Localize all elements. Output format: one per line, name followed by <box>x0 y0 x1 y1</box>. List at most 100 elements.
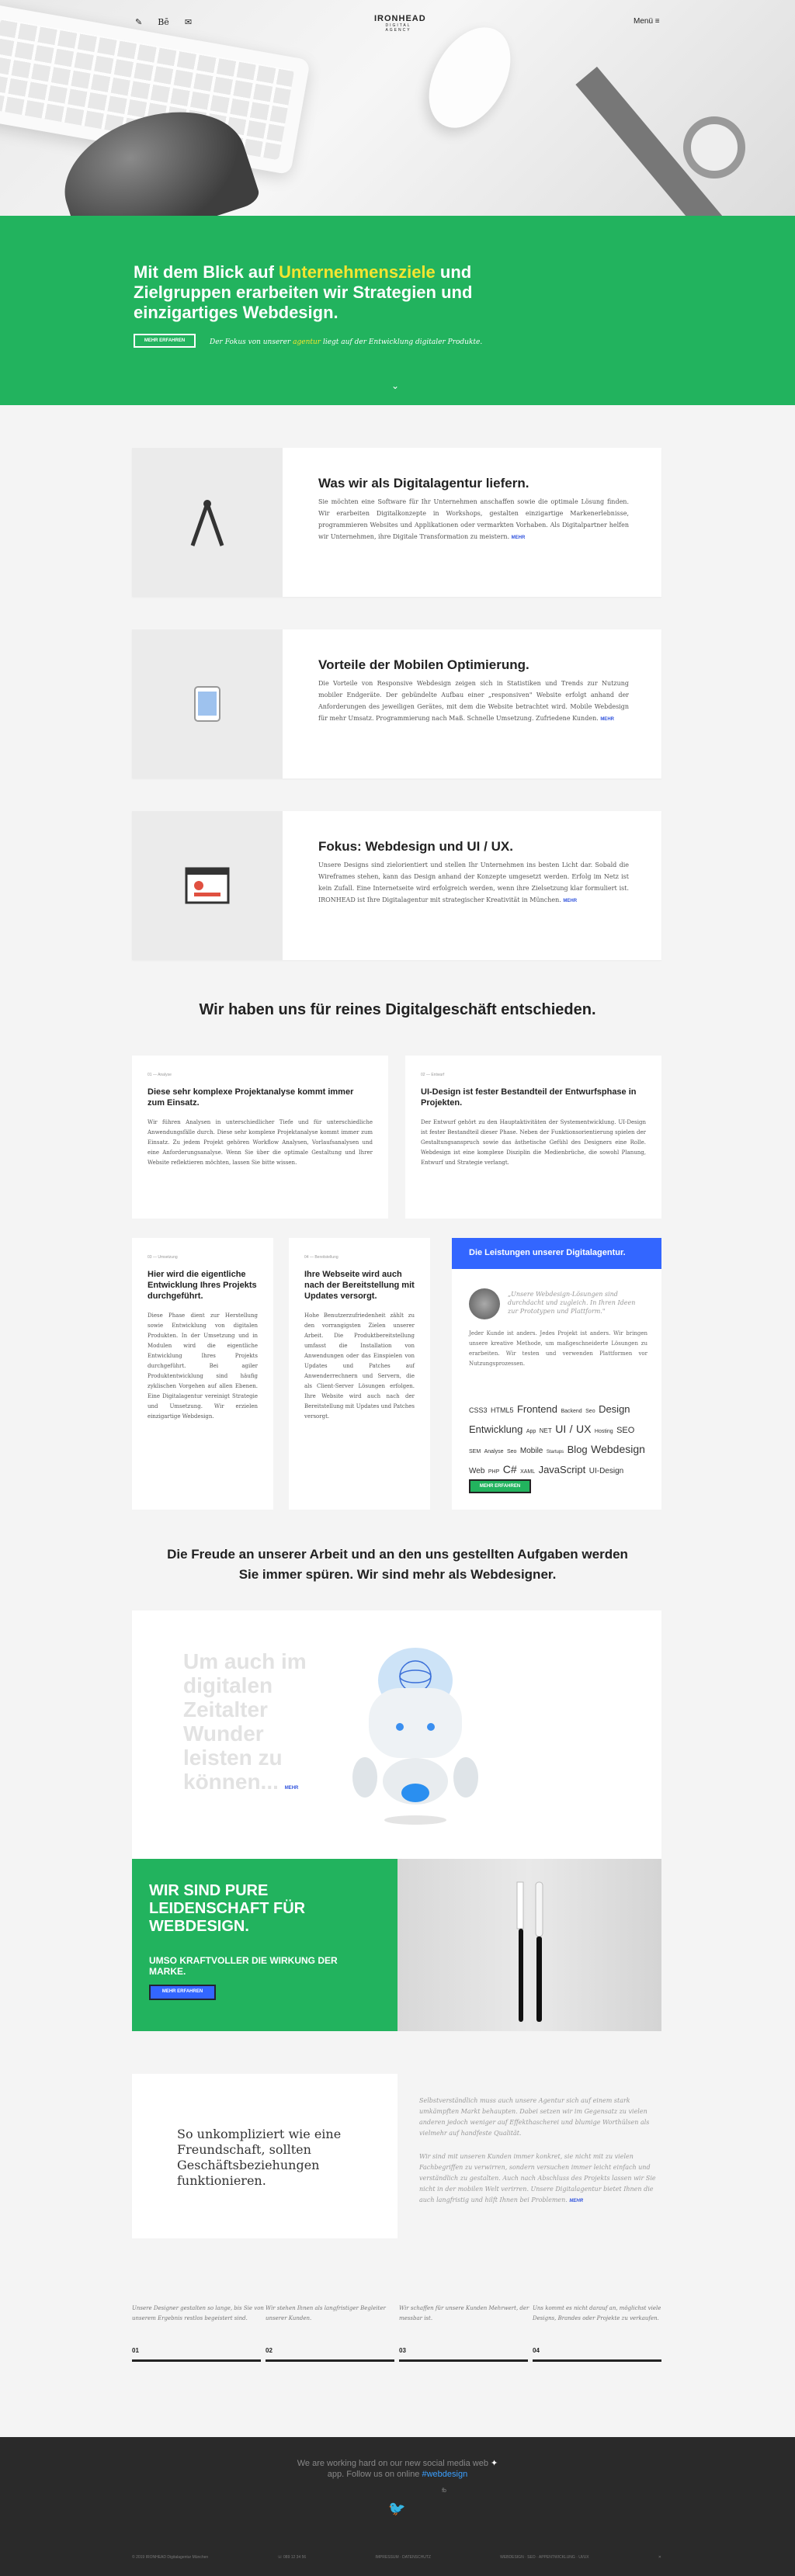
benefit-column: Wir stehen Ihnen als langfristiger Begle… <box>266 2304 399 2362</box>
column-number: 03 <box>399 2347 406 2354</box>
passion-title: WIR SIND PURE LEIDENSCHAFT FÜR WEBDESIGN… <box>149 1882 306 1935</box>
more-link[interactable]: MEHR <box>563 899 577 903</box>
more-link[interactable]: MEHR <box>512 536 526 540</box>
feature-card: Vorteile der Mobilen Optimierung. Die Vo… <box>132 629 661 778</box>
hashtag-link[interactable]: #webdesign <box>422 2470 467 2479</box>
card-tag: 01 — Analyse <box>148 1073 172 1077</box>
twitter-icon[interactable]: ✦ <box>491 2459 498 2468</box>
friendship-title: So unkompliziert wie eine Freundschaft, … <box>177 2127 342 2188</box>
robot-illustration <box>352 1648 478 1825</box>
card-title: UI-Design ist fester Bestandteil der Ent… <box>421 1087 637 1108</box>
card-text: Diese Phase dient zur Herstellung sowie … <box>148 1312 258 1420</box>
intro-headline: Mit dem Blick auf Unternehmensziele und … <box>134 262 473 322</box>
tag: Startups <box>546 1450 564 1454</box>
tag: Backend <box>561 1409 582 1414</box>
intro-note: Der Fokus von unserer agentur liegt auf … <box>210 338 483 346</box>
footer-links: © 2019 IRONHEAD Digitalagentur München ☏… <box>132 2555 661 2560</box>
tag: UI-Design <box>588 1467 624 1475</box>
tag: Blog <box>567 1444 588 1455</box>
feature-image <box>132 448 283 597</box>
mail-icon[interactable]: ✉ <box>185 17 192 27</box>
card-text: Hohe Benutzerzufriedenheit zählt zu den … <box>304 1312 415 1420</box>
more-button[interactable]: MEHR ERFAHREN <box>134 334 196 348</box>
tag: UX <box>576 1423 592 1435</box>
tag: Seo <box>506 1449 517 1454</box>
process-card: 04 — Bereitstellung Ihre Webseite wird a… <box>289 1238 430 1510</box>
intro-banner: Mit dem Blick auf Unternehmensziele und … <box>0 216 795 405</box>
feature-title: Vorteile der Mobilen Optimierung. <box>318 657 529 672</box>
card-tag: 03 — Umsetzung <box>148 1255 178 1260</box>
column-number: 02 <box>266 2347 273 2354</box>
feature-text: Unsere Designs sind zielorientiert und s… <box>318 862 629 903</box>
process-card: 02 — Entwurf UI-Design ist fester Bestan… <box>405 1056 661 1219</box>
feature-card: Fokus: Webdesign und UI / UX. Unsere Des… <box>132 811 661 960</box>
services-more-button[interactable]: MEHR ERFAHREN <box>469 1479 531 1493</box>
friendship-text: Selbstverständlich muss auch unsere Agen… <box>419 2097 650 2137</box>
brand-icon: ✕ <box>658 2555 661 2560</box>
tag: HTML5 <box>490 1406 514 1414</box>
tools-icon[interactable]: ✎ <box>135 17 142 27</box>
feature-image <box>132 811 283 960</box>
card-tag: 04 — Bereitstellung <box>304 1255 338 1260</box>
service-links[interactable]: WEBDESIGN · SEO · APPENTWICKLUNG · UI/UX <box>500 2555 588 2560</box>
more-link[interactable]: MEHR <box>569 2199 583 2203</box>
logo[interactable]: IRONHEAD DIGITAL AGENCY <box>374 14 425 33</box>
card-title: Diese sehr komplexe Projektanalyse kommt… <box>148 1087 354 1108</box>
column-number: 01 <box>132 2347 139 2354</box>
phone-link[interactable]: ☏ 089 12 34 56 <box>277 2555 306 2560</box>
column-number: 04 <box>533 2347 540 2354</box>
benefit-column: Wir schaffen für unsere Kunden Mehrwert,… <box>399 2304 533 2362</box>
tag: UI <box>555 1423 567 1435</box>
chevron-down-icon[interactable]: ⌄ <box>391 380 399 391</box>
twitter-bird-icon[interactable]: 🐦 <box>388 2501 405 2517</box>
card-text: Wir führen Analysen in unterschiedlicher… <box>148 1119 373 1166</box>
tag: Webdesign <box>591 1443 645 1455</box>
passion-block: WIR SIND PURE LEIDENSCHAFT FÜR WEBDESIGN… <box>132 1859 398 2031</box>
card-title: Ihre Webseite wird auch nach der Bereits… <box>304 1270 415 1301</box>
tag: Analyse <box>484 1449 504 1454</box>
tag: PHP <box>488 1469 500 1475</box>
menu-button[interactable]: Menü ≡ <box>634 17 660 26</box>
card-text: Der Entwurf gehört zu den Hauptaktivität… <box>421 1119 646 1166</box>
footer: We are working hard on our new social me… <box>0 2437 795 2576</box>
copyright: © 2019 IRONHEAD Digitalagentur München <box>132 2555 209 2560</box>
feature-title: Was wir als Digitalagentur liefern. <box>318 476 529 491</box>
robot-panel: Um auch im digitalen Zeitalter Wunder le… <box>132 1610 661 1859</box>
tag: Hosting <box>594 1429 613 1434</box>
legal-links[interactable]: IMPRESSUM · DATENSCHUTZ <box>375 2555 431 2560</box>
process-card: 03 — Umsetzung Hier wird die eigentliche… <box>132 1238 273 1510</box>
card-title: Hier wird die eigentliche Entwicklung Ih… <box>148 1270 257 1301</box>
tag-cloud: CSS3 HTML5 Frontend Backend Seo Design E… <box>469 1401 647 1481</box>
card-tag: 02 — Entwurf <box>421 1073 445 1077</box>
twitter-feed: We are working hard on our new social me… <box>0 2458 795 2497</box>
more-link[interactable]: MEHR <box>600 717 614 722</box>
feature-title: Fokus: Webdesign und UI / UX. <box>318 839 513 854</box>
feature-image <box>132 629 283 778</box>
tag: CSS3 <box>469 1406 488 1414</box>
passion-subtitle: UMSO KRAFTVOLLER DIE WIRKUNG DER MARKE. <box>149 1955 338 1977</box>
more-link[interactable]: MEHR <box>285 1786 299 1791</box>
avatar <box>469 1288 500 1319</box>
watch-image <box>683 116 745 179</box>
benefit-column: Unsere Designer gestalten so lange, bis … <box>132 2304 266 2362</box>
passion-more-button[interactable]: MEHR ERFAHREN <box>149 1985 216 2000</box>
services-quote: „Unsere Webdesign-Lösungen sind durchdac… <box>508 1291 636 1315</box>
process-card: 01 — Analyse Diese sehr komplexe Projekt… <box>132 1056 388 1219</box>
friendship-card: So unkompliziert wie eine Freundschaft, … <box>132 2074 398 2238</box>
tag: Frontend <box>516 1403 557 1415</box>
tag: SEM <box>469 1449 481 1454</box>
tag: SEO <box>616 1426 635 1435</box>
top-bar: ✎ Bē ✉ IRONHEAD DIGITAL AGENCY Menü ≡ <box>0 0 795 43</box>
tag: Mobile <box>519 1447 543 1455</box>
benefit-column: Uns kommt es nicht darauf an, möglichst … <box>533 2304 666 2362</box>
tag: Seo <box>585 1409 595 1414</box>
services-title: Die Leistungen unserer Digitalagentur. <box>452 1238 661 1269</box>
behance-icon[interactable]: Bē <box>158 17 169 27</box>
tweet-tag: fb <box>442 2488 446 2494</box>
tag: / <box>569 1423 573 1435</box>
tag: XAML <box>520 1469 536 1475</box>
services-text: Jeder Kunde ist anders. Jedes Projekt is… <box>469 1330 647 1367</box>
tag: C# <box>502 1463 517 1475</box>
fork-knife-image <box>398 1859 661 2031</box>
tag: Entwicklung <box>469 1423 523 1435</box>
